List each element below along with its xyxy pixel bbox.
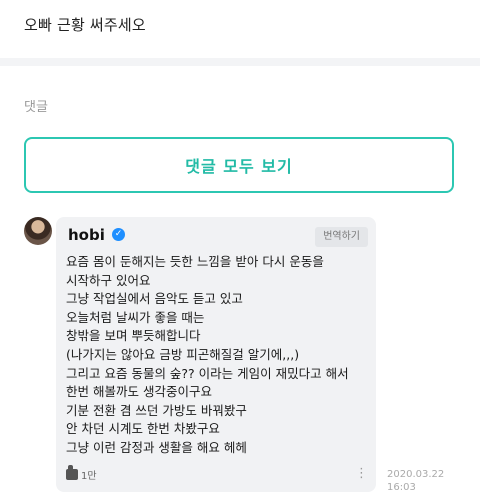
comment-line: 기분 전환 겸 쓰던 가방도 바꿔봤구 [66,402,247,418]
comment-time: 16:03 [387,482,416,493]
verified-badge-icon: ✓ [112,228,125,241]
like-button[interactable]: 1만 [66,465,97,482]
comment-line: 그리고 요즘 동물의 숲?? 이라는 게임이 재밌다고 해서 [66,365,349,381]
comment-timestamp: 2020.03.22 16:03 [387,468,444,494]
comment-line: 요즘 몸이 둔해지는 듯한 느낌을 받아 다시 운동을 [66,254,324,269]
comment-bubble: hobi ✓ 번역하기 요즘 몸이 둔해지는 듯한 느낌을 받아 다시 운동을 … [56,217,376,492]
view-all-comments-button[interactable]: 댓글 모두 보기 [24,137,454,193]
comments-heading: 댓글 [24,100,48,115]
comment-line: 한번 해볼까도 생각중이구요 [66,384,212,400]
comment-line: 그냥 작업실에서 음악도 듣고 있고 [66,291,243,307]
post-title: 오빠 근황 써주세오 [24,16,146,34]
comment-date: 2020.03.22 [387,469,445,480]
comment-author[interactable]: hobi [68,226,105,244]
like-count: 1만 [81,471,97,482]
section-divider [0,58,480,66]
comment-line: (나가지는 않아요 금방 피곤해질걸 알기에,,,) [66,346,300,362]
translate-button[interactable]: 번역하기 [315,227,368,247]
avatar[interactable] [24,217,52,245]
comment-line: 그냥 이런 감정과 생활을 해요 헤헤 [66,439,247,455]
comment-line: 오늘처럼 날씨가 좋을 때는 [66,309,205,325]
comment-body: 요즘 몸이 둔해지는 듯한 느낌을 받아 다시 운동을 시작하구 있어요 그냥 … [66,253,370,458]
comment-line: 시작하구 있어요 [66,272,151,288]
thumbs-up-icon [66,465,78,480]
comment-line: 안 차던 시계도 한번 차봤구요 [66,421,220,437]
more-options-icon[interactable]: ⋮ [355,466,368,481]
comment-line: 창밖을 보며 뿌듯해합니다 [66,328,201,344]
